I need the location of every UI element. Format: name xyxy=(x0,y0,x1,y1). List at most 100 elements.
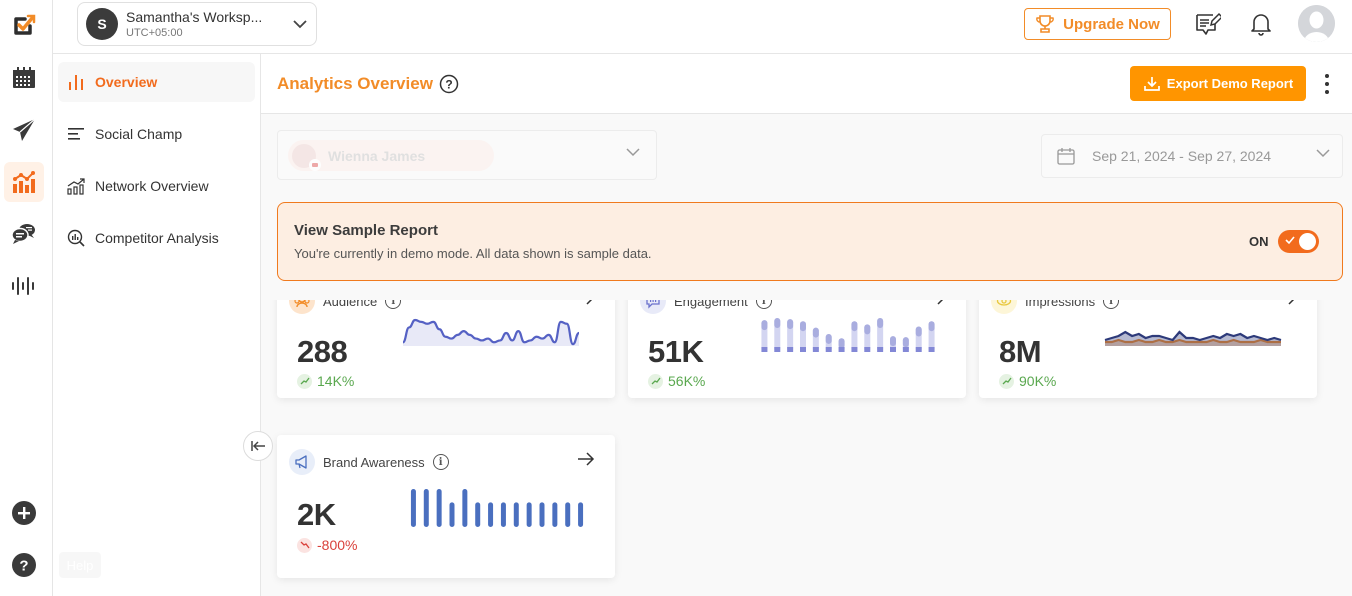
banner-title: View Sample Report xyxy=(294,222,438,239)
arrow-right-icon[interactable] xyxy=(928,300,946,305)
app-logo[interactable] xyxy=(8,9,40,41)
bar-chart-icon xyxy=(66,72,86,92)
card-value: 288 xyxy=(297,334,348,369)
notifications-button[interactable] xyxy=(1247,10,1275,38)
sparkline-bar-cap xyxy=(928,321,935,332)
list-lines-icon xyxy=(66,124,86,144)
sparkline-bar-cap xyxy=(774,318,781,328)
sparkline-bar-cap xyxy=(812,327,819,338)
card-change: 90K% xyxy=(999,373,1056,389)
collapse-sidebar-button[interactable] xyxy=(243,431,273,461)
sparkline-bar xyxy=(436,489,442,527)
calendar-outline-icon xyxy=(1057,148,1075,165)
sparkline-bar-cap xyxy=(851,321,858,332)
subnav-network-overview[interactable]: Network Overview xyxy=(58,166,255,206)
metric-card-impressions[interactable]: Impressions i 8M 90K% xyxy=(979,300,1317,398)
profile-avatar xyxy=(292,143,321,171)
metric-card-audience[interactable]: Audience i 288 14K% xyxy=(277,300,615,398)
magnify-chart-icon xyxy=(66,228,86,248)
icon-rail: ? xyxy=(0,0,53,596)
sparkline-bar xyxy=(578,502,584,527)
sparkline-bar xyxy=(462,489,468,527)
sparkline-bar-base xyxy=(915,347,922,352)
subnav-label: Competitor Analysis xyxy=(95,230,219,246)
date-range-text: Sep 21, 2024 - Sep 27, 2024 xyxy=(1092,148,1272,164)
sparkline-bar-base xyxy=(774,347,781,352)
info-icon[interactable]: i xyxy=(432,454,449,470)
subnav-competitor-analysis[interactable]: Competitor Analysis xyxy=(58,218,255,258)
card-title: Engagement xyxy=(674,300,748,309)
sparkline-bar xyxy=(552,502,558,527)
card-title: Brand Awareness xyxy=(323,454,425,470)
user-avatar[interactable] xyxy=(1298,5,1335,42)
rail-analytics[interactable] xyxy=(4,162,44,202)
export-demo-report-button[interactable]: Export Demo Report xyxy=(1130,66,1306,101)
page-header: Analytics Overview ? Export Demo Report xyxy=(261,54,1352,114)
sample-report-toggle[interactable] xyxy=(1278,230,1319,253)
subnav-overview[interactable]: Overview xyxy=(58,62,255,102)
eye-icon xyxy=(991,300,1017,314)
workspace-avatar: S xyxy=(86,8,118,40)
sparkline-bar-base xyxy=(877,347,884,352)
sparkline-bar-base xyxy=(890,347,896,352)
trend-up-icon xyxy=(999,373,1014,389)
collapse-left-icon xyxy=(251,441,265,451)
rail-calendar[interactable] xyxy=(4,58,44,98)
engagement-bar-sparkline xyxy=(761,318,935,352)
check-icon xyxy=(1285,236,1295,245)
paper-plane-icon xyxy=(13,118,36,141)
info-icon[interactable]: i xyxy=(1103,300,1120,309)
sample-report-banner: View Sample Report You're currently in d… xyxy=(277,202,1343,281)
sound-wave-icon xyxy=(12,277,34,295)
upgrade-button[interactable]: Upgrade Now xyxy=(1024,8,1171,40)
workspace-timezone: UTC+05:00 xyxy=(126,26,183,39)
card-change: 56K% xyxy=(648,373,705,389)
help-circle-icon[interactable]: ? xyxy=(439,74,459,94)
arrow-right-icon[interactable] xyxy=(577,452,595,466)
more-options-button[interactable] xyxy=(1319,72,1335,96)
date-range-picker[interactable]: Sep 21, 2024 - Sep 27, 2024 xyxy=(1041,134,1343,178)
subnav-label: Overview xyxy=(95,74,158,90)
card-title: Audience xyxy=(323,300,378,309)
arrow-right-icon[interactable] xyxy=(577,300,595,305)
sparkline-bar-base xyxy=(838,347,845,352)
sparkline-bar xyxy=(488,502,494,527)
megaphone-icon xyxy=(289,449,315,475)
chevron-down-icon xyxy=(1316,149,1330,158)
sparkline-bar-base xyxy=(800,347,806,352)
main-content: Analytics Overview ? Export Demo Report … xyxy=(261,54,1352,596)
sparkline-bar-base xyxy=(902,347,909,352)
info-icon[interactable]: i xyxy=(385,300,402,309)
workspace-name: Samantha's Worksp... xyxy=(126,8,263,25)
subnav-social-champ[interactable]: Social Champ xyxy=(58,114,255,154)
help-button[interactable]: ? xyxy=(4,545,44,585)
sparkline-bar-base xyxy=(928,347,935,352)
profile-selector[interactable]: Wienna James xyxy=(277,130,657,180)
arrow-right-icon[interactable] xyxy=(1279,300,1297,305)
sparkline-bar-base xyxy=(864,347,871,352)
profile-name: Wienna James xyxy=(328,147,426,164)
card-change-value: 90K% xyxy=(1019,373,1057,389)
add-button[interactable] xyxy=(4,493,44,533)
analytics-subnav: Overview Social Champ Network Overview C… xyxy=(53,54,261,596)
download-icon xyxy=(1143,76,1160,91)
card-value: 51K xyxy=(648,334,704,369)
workspace-switcher[interactable]: S Samantha's Worksp... UTC+05:00 xyxy=(77,2,317,46)
user-silhouette-icon xyxy=(1298,5,1335,42)
top-bar: S Samantha's Worksp... UTC+05:00 Upgrade… xyxy=(53,0,1352,54)
sparkline-bar-cap xyxy=(915,326,922,337)
rail-listening[interactable] xyxy=(4,266,44,306)
compose-feedback-button[interactable] xyxy=(1194,10,1222,38)
sparkline-bar-base xyxy=(812,347,819,352)
rail-engage[interactable] xyxy=(4,214,44,254)
metric-card-engagement[interactable]: Engagement i 51K 56K% xyxy=(628,300,966,398)
info-icon[interactable]: i xyxy=(755,300,772,309)
metric-card-brand-awareness[interactable]: Brand Awareness i 2K -800% xyxy=(277,435,615,578)
chevron-down-icon xyxy=(293,20,307,29)
sparkline-bar-cap xyxy=(890,336,896,347)
page-title: Analytics Overview ? xyxy=(277,74,459,94)
rail-publish[interactable] xyxy=(4,110,44,150)
trend-up-icon xyxy=(297,373,312,389)
sparkline-bar xyxy=(513,502,519,527)
plus-circle-icon xyxy=(12,501,36,525)
